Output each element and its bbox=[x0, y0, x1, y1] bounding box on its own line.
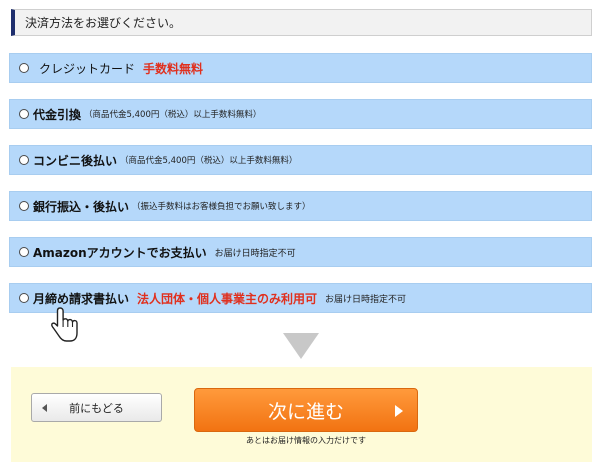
hand-pointer-icon bbox=[51, 307, 78, 342]
option-label: 月締め請求書払い bbox=[33, 291, 130, 306]
option-note: （振込手数料はお客様負担でお願い致します） bbox=[132, 202, 311, 212]
option-label: 代金引換 bbox=[33, 107, 82, 122]
option-label: Amazonアカウントでお支払い bbox=[33, 245, 207, 260]
payment-option-credit-card[interactable]: クレジットカード 手数料無料 bbox=[9, 53, 592, 83]
chevron-right-icon bbox=[395, 405, 403, 417]
payment-option-convenience-store[interactable]: コンビニ後払い （商品代金5,400円（税込）以上手数料無料） bbox=[9, 145, 592, 175]
radio-button[interactable] bbox=[19, 63, 29, 73]
option-label: クレジットカード bbox=[39, 61, 136, 76]
payment-option-cod[interactable]: 代金引換 （商品代金5,400円（税込）以上手数料無料） bbox=[9, 99, 592, 129]
option-note: お届け日時指定不可 bbox=[214, 248, 296, 259]
option-label: 銀行振込・後払い bbox=[33, 199, 130, 214]
payment-option-amazon[interactable]: Amazonアカウントでお支払い お届け日時指定不可 bbox=[9, 237, 592, 267]
radio-button[interactable] bbox=[19, 247, 29, 257]
page-title: 決済方法をお選びください。 bbox=[25, 16, 182, 30]
radio-button[interactable] bbox=[19, 155, 29, 165]
option-label: コンビニ後払い bbox=[33, 153, 118, 168]
option-note: （商品代金5,400円（税込）以上手数料無料） bbox=[84, 110, 262, 120]
option-note: （商品代金5,400円（税込）以上手数料無料） bbox=[120, 156, 298, 166]
back-button-label: 前にもどる bbox=[69, 401, 124, 415]
next-button-label: 次に進む bbox=[267, 400, 344, 423]
back-button[interactable]: 前にもどる bbox=[31, 393, 162, 422]
payment-option-bank-transfer[interactable]: 銀行振込・後払い （振込手数料はお客様負担でお願い致します） bbox=[9, 191, 592, 221]
option-note: お届け日時指定不可 bbox=[325, 294, 407, 305]
payment-option-monthly-invoice[interactable]: 月締め請求書払い 法人団体・個人事業主のみ利用可 お届け日時指定不可 bbox=[9, 283, 592, 313]
option-badge: 法人団体・個人事業主のみ利用可 bbox=[137, 291, 318, 306]
option-badge: 手数料無料 bbox=[143, 61, 204, 76]
next-button[interactable]: 次に進む bbox=[194, 388, 418, 432]
chevron-left-icon bbox=[42, 404, 47, 412]
section-header: 決済方法をお選びください。 bbox=[11, 9, 592, 36]
radio-button[interactable] bbox=[19, 109, 29, 119]
next-caption: あとはお届け情報の入力だけです bbox=[246, 436, 366, 445]
radio-button[interactable] bbox=[19, 201, 29, 211]
arrow-down-icon bbox=[283, 333, 319, 359]
radio-button[interactable] bbox=[19, 293, 29, 303]
